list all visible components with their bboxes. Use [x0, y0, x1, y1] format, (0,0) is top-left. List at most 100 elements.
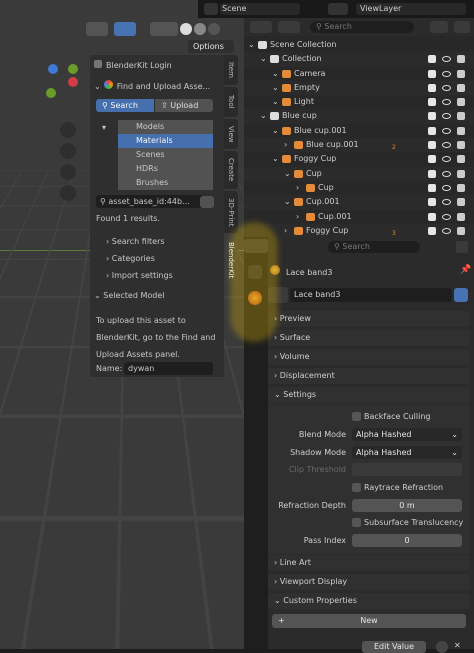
name-input[interactable]: dywan: [124, 362, 213, 375]
subsurface-checkbox[interactable]: [352, 518, 361, 527]
outliner-search-input[interactable]: ⚲ Search: [310, 21, 414, 33]
close-icon[interactable]: ✕: [454, 641, 466, 653]
zoom-icon[interactable]: [60, 122, 76, 138]
camera-render-icon[interactable]: [457, 183, 465, 192]
asset-type-models[interactable]: Models: [118, 120, 213, 134]
outliner-row[interactable]: ⌄ Scene Collection: [244, 38, 474, 52]
tab-view[interactable]: View: [224, 119, 238, 149]
y-axis-icon[interactable]: [68, 64, 78, 74]
backface-checkbox[interactable]: [352, 412, 361, 421]
shading-material-icon[interactable]: [194, 23, 206, 35]
eye-icon[interactable]: [442, 199, 451, 206]
editor-type-icon[interactable]: [250, 21, 272, 33]
outliner-row[interactable]: ⌄ Cup: [244, 166, 474, 181]
exclude-checkbox[interactable]: [428, 169, 436, 178]
eye-icon[interactable]: [442, 56, 451, 63]
camera-render-icon[interactable]: [457, 83, 465, 92]
outliner-row[interactable]: › Cup: [244, 181, 474, 195]
camera-render-icon[interactable]: [457, 155, 465, 164]
exclude-checkbox[interactable]: [428, 126, 436, 135]
asset-type-materials[interactable]: Materials: [118, 134, 213, 148]
outliner-row[interactable]: › Foggy Cup 3: [244, 223, 474, 239]
new-collection-icon[interactable]: [454, 21, 470, 33]
filter-icon[interactable]: [430, 21, 448, 33]
camera-render-icon[interactable]: [457, 126, 465, 135]
navigation-gizmo[interactable]: [40, 64, 80, 104]
properties-search-input[interactable]: ⚲ Search: [328, 241, 420, 253]
options-icon[interactable]: [456, 241, 468, 253]
camera-render-icon[interactable]: [457, 69, 465, 78]
outliner-row[interactable]: ⌄ Collection: [244, 52, 474, 67]
viewlayer-selector[interactable]: ViewLayer: [356, 3, 466, 15]
selected-model-header[interactable]: ⌄ Selected Model: [94, 291, 165, 300]
chevron-down-icon[interactable]: ⌄: [260, 52, 267, 66]
material-name-field[interactable]: Lace band3: [290, 288, 452, 302]
perspective-grid-icon[interactable]: [60, 185, 76, 201]
pass-index-field[interactable]: 0: [352, 534, 462, 547]
chevron-right-icon[interactable]: ›: [284, 224, 287, 238]
chevron-right-icon[interactable]: ⌄: [284, 195, 291, 209]
eye-icon[interactable]: [442, 213, 451, 220]
fake-user-icon[interactable]: [454, 288, 468, 302]
chevron-down-icon[interactable]: ⌄: [272, 152, 279, 166]
edit-value-button[interactable]: Edit Value: [362, 641, 426, 653]
tab-3d-print[interactable]: 3D-Print: [224, 191, 238, 233]
camera-render-icon[interactable]: [457, 169, 465, 178]
gear-icon[interactable]: [436, 641, 448, 653]
chevron-right-icon[interactable]: ›: [296, 181, 299, 195]
camera-render-icon[interactable]: [457, 112, 465, 121]
camera-view-icon[interactable]: [60, 164, 76, 180]
x-axis-icon[interactable]: [68, 77, 78, 87]
raytrace-checkbox[interactable]: [352, 483, 361, 492]
exclude-checkbox[interactable]: [428, 69, 436, 78]
exclude-checkbox[interactable]: [428, 198, 436, 207]
exclude-checkbox[interactable]: [428, 55, 436, 64]
z-axis-icon[interactable]: [48, 64, 58, 74]
chevron-down-icon[interactable]: ⌄: [248, 38, 255, 52]
tab-tool[interactable]: Tool: [224, 87, 238, 117]
outliner-row[interactable]: ⌄ Empty: [244, 80, 474, 96]
refraction-depth-field[interactable]: 0 m: [352, 499, 462, 512]
eye-icon[interactable]: [442, 113, 451, 120]
pin-icon[interactable]: 📌: [460, 265, 471, 275]
chevron-down-icon[interactable]: ⌄: [272, 81, 279, 95]
exclude-checkbox[interactable]: [428, 141, 436, 150]
outliner-row[interactable]: › Cup.001: [244, 210, 474, 224]
shading-rendered-icon[interactable]: [208, 23, 220, 35]
pan-hand-icon[interactable]: [60, 143, 76, 159]
chevron-right-icon[interactable]: ›: [284, 138, 287, 152]
options-dropdown[interactable]: Options: [188, 40, 234, 53]
eye-icon[interactable]: [442, 70, 451, 77]
tab-create[interactable]: Create: [224, 151, 238, 189]
asset-search-input[interactable]: ⚲ asset_base_id:44b...: [96, 195, 204, 208]
outliner-row[interactable]: ⌄ Foggy Cup: [244, 152, 474, 166]
camera-render-icon[interactable]: [457, 98, 465, 107]
find-upload-header[interactable]: ⌄ Find and Upload Asse...: [94, 80, 210, 91]
section-preview[interactable]: › Preview: [268, 311, 470, 327]
eye-icon[interactable]: [442, 227, 451, 234]
eye-icon[interactable]: [442, 99, 451, 106]
camera-render-icon[interactable]: [457, 226, 465, 235]
outliner-row[interactable]: › Blue cup.001 2: [244, 138, 474, 153]
asset-type-hdrs[interactable]: HDRs: [118, 162, 213, 176]
exclude-checkbox[interactable]: [428, 83, 436, 92]
camera-render-icon[interactable]: [457, 212, 465, 221]
tab-item[interactable]: Item: [224, 55, 238, 85]
asset-type-scenes[interactable]: Scenes: [118, 148, 213, 162]
asset-type-chevron-icon[interactable]: ▾: [102, 123, 106, 132]
custom-properties-section[interactable]: ⌄ Custom Properties: [268, 593, 470, 609]
eye-icon[interactable]: [442, 127, 451, 134]
transform-pivot-button[interactable]: [86, 22, 108, 36]
outliner-row[interactable]: ⌄ Blue cup.001: [244, 124, 474, 138]
chevron-down-icon[interactable]: ⌄: [260, 109, 267, 123]
chevron-down-icon[interactable]: ⌄: [272, 95, 279, 109]
overlays-button[interactable]: [114, 22, 136, 36]
asset-type-brushes[interactable]: Brushes: [118, 176, 213, 190]
display-mode-icon[interactable]: [278, 21, 300, 33]
eye-icon[interactable]: [442, 170, 451, 177]
xray-button[interactable]: [150, 22, 178, 36]
camera-render-icon[interactable]: [457, 198, 465, 207]
section-volume[interactable]: › Volume: [268, 349, 470, 365]
scene-icon[interactable]: [204, 3, 218, 15]
neg-y-axis-icon[interactable]: [46, 88, 56, 98]
